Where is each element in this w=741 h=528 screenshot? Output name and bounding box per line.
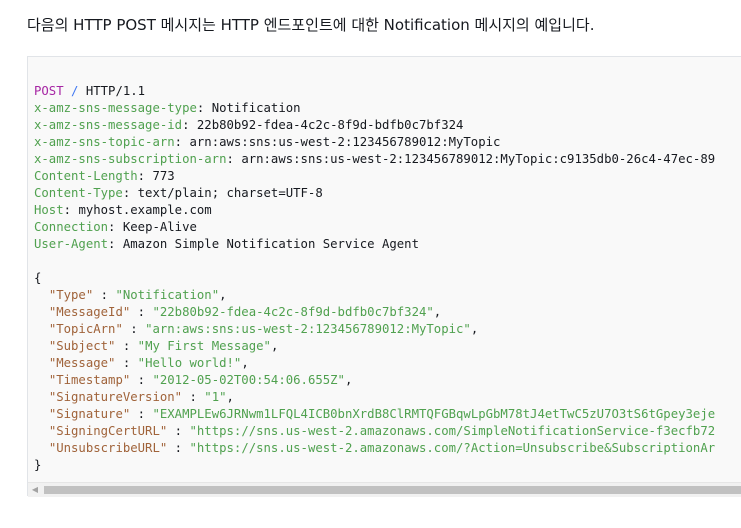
json-key: "Subject" (48, 339, 116, 353)
json-key: "MessageId" (48, 305, 131, 319)
header-value: Notification (211, 101, 301, 115)
request-line: POST / HTTP/1.1 (34, 84, 145, 98)
code-block: POST / HTTP/1.1 x-amz-sns-message-type: … (27, 56, 741, 496)
intro-paragraph: 다음의 HTTP POST 메시지는 HTTP 엔드포인트에 대한 Notifi… (27, 16, 595, 34)
header-line: x-amz-sns-message-id: 22b80b92-fdea-4c2c… (34, 118, 464, 132)
json-body-line: "Type" : "Notification", (48, 288, 227, 302)
json-body-line: "Subject" : "My First Message", (48, 339, 279, 353)
header-value: arn:aws:sns:us-west-2:123456789012:MyTop… (189, 135, 501, 149)
json-value: "1" (204, 390, 227, 404)
header-line: x-amz-sns-topic-arn: arn:aws:sns:us-west… (34, 135, 501, 149)
json-body-line: "UnsubscribeURL" : "https://sns.us-west-… (48, 441, 716, 455)
json-key: "Timestamp" (48, 373, 131, 387)
json-body: "Type" : "Notification", "MessageId" : "… (34, 288, 715, 455)
header-line: Content-Length: 773 (34, 169, 175, 183)
header-name: x-amz-sns-subscription-arn (34, 152, 227, 166)
header-value: text/plain; charset=UTF-8 (137, 186, 323, 200)
json-key: "TopicArn" (48, 322, 123, 336)
json-value: "My First Message" (137, 339, 271, 353)
header-name: Host (34, 203, 64, 217)
json-value: "Notification" (115, 288, 220, 302)
json-key: "UnsubscribeURL" (48, 441, 168, 455)
json-key: "Type" (48, 288, 94, 302)
body-close-brace: } (34, 458, 42, 472)
header-line: Host: myhost.example.com (34, 203, 212, 217)
header-name: x-amz-sns-message-type (34, 101, 197, 115)
json-body-line: "Signature" : "EXAMPLEw6JRNwm1LFQL4ICB0b… (48, 407, 716, 421)
body-open-brace: { (34, 271, 42, 285)
http-method: POST (34, 84, 64, 98)
header-value: Keep-Alive (122, 220, 197, 234)
json-body-line: "Timestamp" : "2012-05-02T00:54:06.655Z"… (48, 373, 353, 387)
json-body-line: "Message" : "Hello world!", (48, 356, 249, 370)
header-name: Content-Length (34, 169, 138, 183)
json-value: "https://sns.us-west-2.amazonaws.com/?Ac… (189, 441, 716, 455)
json-key: "Message" (48, 356, 116, 370)
json-body-line: "TopicArn" : "arn:aws:sns:us-west-2:1234… (48, 322, 479, 336)
json-value: "Hello world!" (137, 356, 242, 370)
json-value: "arn:aws:sns:us-west-2:123456789012:MyTo… (145, 322, 471, 336)
json-body-line: "SigningCertURL" : "https://sns.us-west-… (48, 424, 716, 438)
horizontal-scrollbar[interactable]: ◀ (28, 482, 741, 497)
header-name: Content-Type (34, 186, 123, 200)
scroll-left-icon[interactable]: ◀ (30, 485, 40, 495)
header-line: x-amz-sns-message-type: Notification (34, 101, 301, 115)
scrollbar-thumb[interactable] (44, 486, 741, 494)
json-key: "SigningCertURL" (48, 424, 168, 438)
json-body-line: "MessageId" : "22b80b92-fdea-4c2c-8f9d-b… (48, 305, 442, 319)
header-name: x-amz-sns-message-id (34, 118, 183, 132)
header-name: User-Agent (34, 237, 109, 251)
header-value: arn:aws:sns:us-west-2:123456789012:MyTop… (241, 152, 716, 166)
json-key: "SignatureVersion" (48, 390, 183, 404)
header-name: x-amz-sns-topic-arn (34, 135, 175, 149)
header-line: User-Agent: Amazon Simple Notification S… (34, 237, 419, 251)
header-name: Connection (34, 220, 109, 234)
header-line: Connection: Keep-Alive (34, 220, 197, 234)
code-text: POST / HTTP/1.1 x-amz-sns-message-type: … (34, 83, 715, 474)
header-value: myhost.example.com (78, 203, 212, 217)
header-list: x-amz-sns-message-type: Notification x-a… (34, 101, 715, 251)
http-version: HTTP/1.1 (85, 84, 146, 98)
header-value: 22b80b92-fdea-4c2c-8f9d-bdfb0c7bf324 (196, 118, 464, 132)
json-body-line: "SignatureVersion" : "1", (48, 390, 234, 404)
json-value: "2012-05-02T00:54:06.655Z" (152, 373, 345, 387)
json-value: "https://sns.us-west-2.amazonaws.com/Sim… (189, 424, 716, 438)
header-line: x-amz-sns-subscription-arn: arn:aws:sns:… (34, 152, 716, 166)
json-key: "Signature" (48, 407, 131, 421)
header-line: Content-Type: text/plain; charset=UTF-8 (34, 186, 323, 200)
header-value: 773 (152, 169, 175, 183)
json-value: "22b80b92-fdea-4c2c-8f9d-bdfb0c7bf324" (152, 305, 434, 319)
json-value: "EXAMPLEw6JRNwm1LFQL4ICB0bnXrdB8ClRMTQFG… (152, 407, 716, 421)
request-path: / (71, 84, 79, 98)
header-value: Amazon Simple Notification Service Agent (122, 237, 419, 251)
